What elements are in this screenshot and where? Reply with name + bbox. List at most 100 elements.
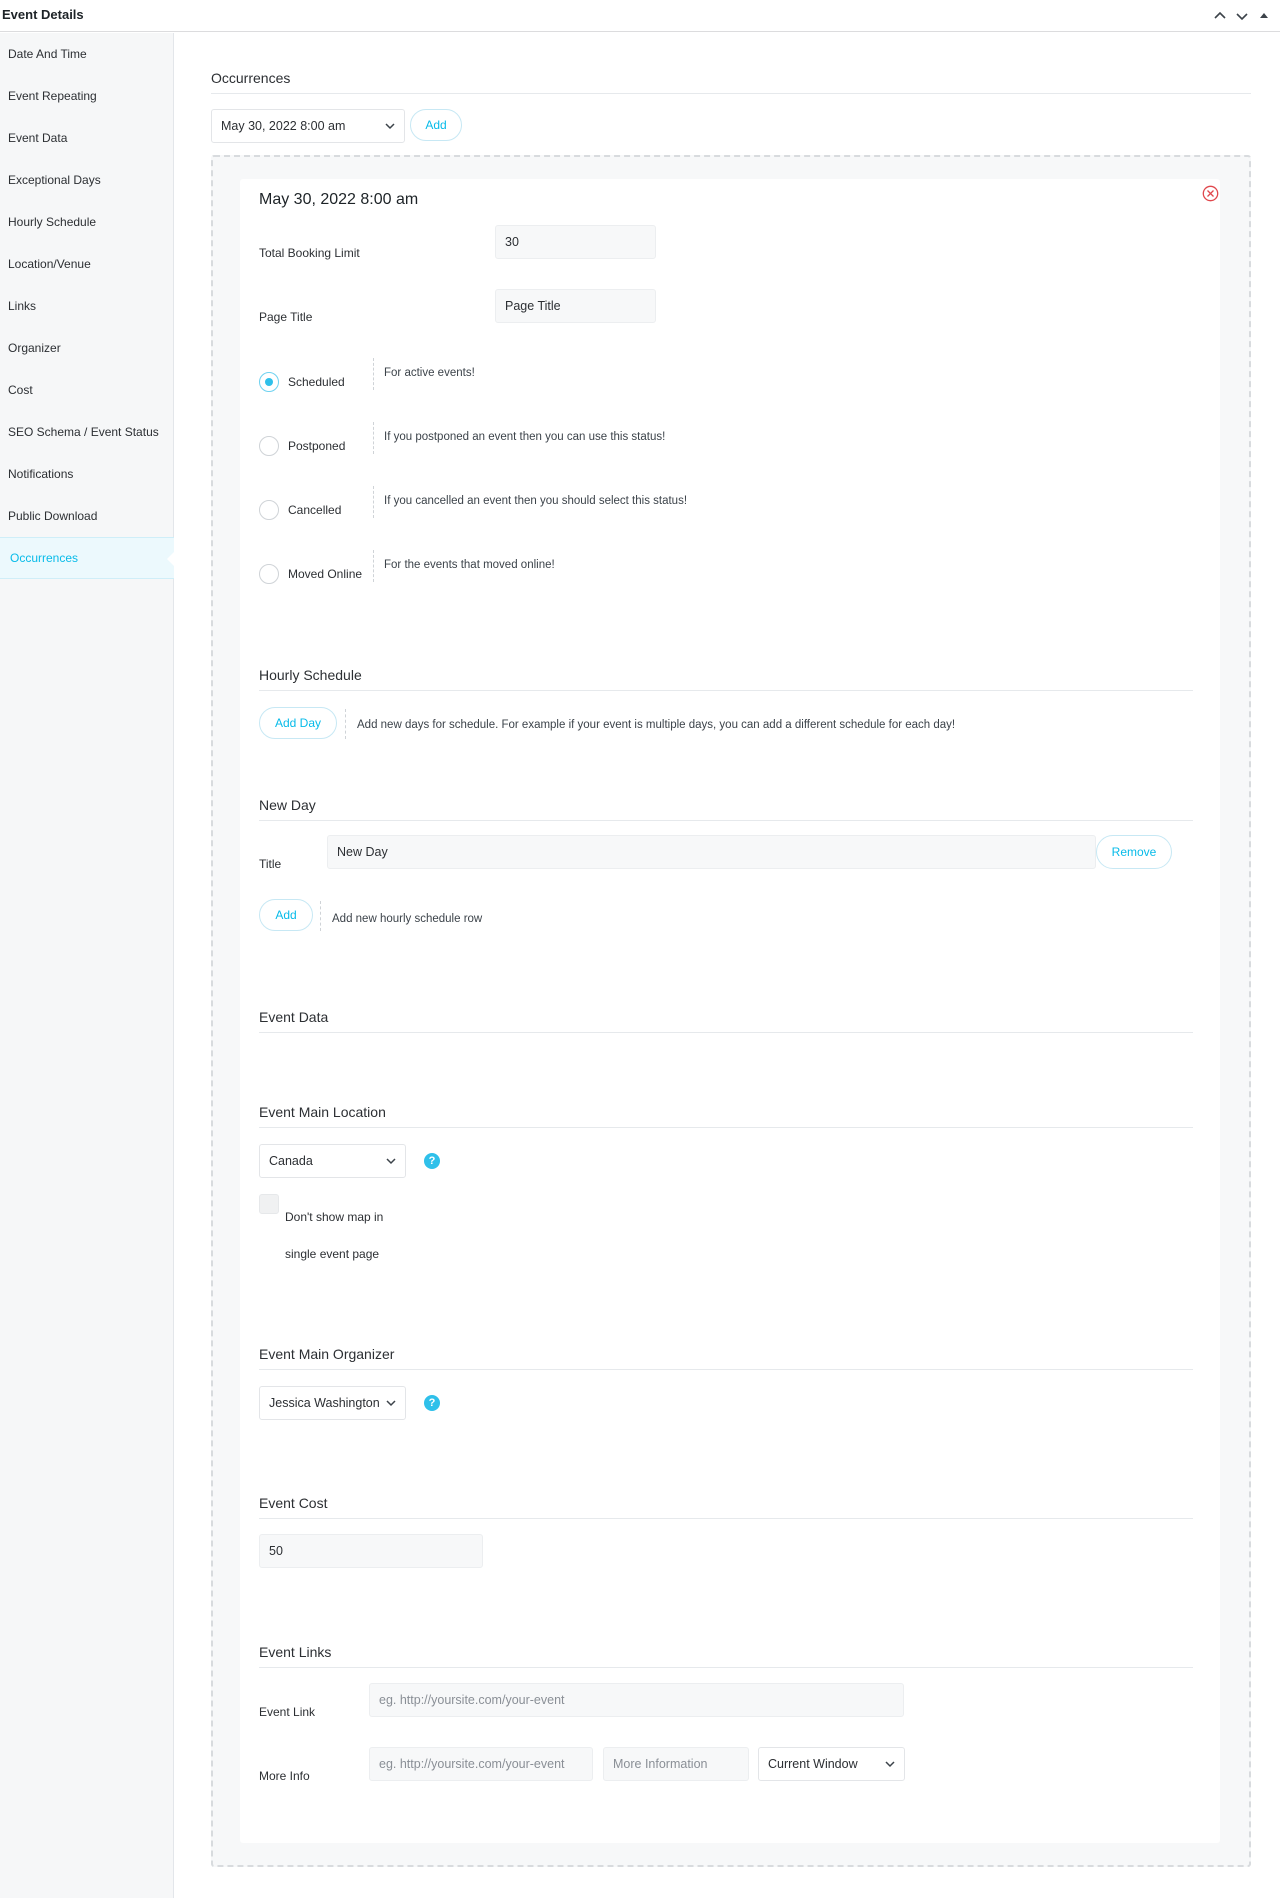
- event-link-input[interactable]: eg. http://yoursite.com/your-event: [369, 1683, 904, 1717]
- separator: [373, 358, 374, 390]
- sidebar-item-public-download[interactable]: Public Download: [0, 495, 174, 537]
- sidebar-item-label: Event Data: [8, 131, 68, 145]
- status-scheduled-radio[interactable]: [259, 372, 279, 392]
- location-value: Canada: [269, 1154, 313, 1168]
- status-cancelled-label: Cancelled: [288, 503, 342, 517]
- sidebar-item-seo-schema[interactable]: SEO Schema / Event Status: [0, 411, 174, 453]
- divider: [259, 1369, 1193, 1370]
- status-postponed-label: Postponed: [288, 439, 346, 453]
- sidebar-item-label: Hourly Schedule: [8, 215, 97, 229]
- hide-map-label-line2: single event page: [285, 1247, 380, 1261]
- booking-limit-input[interactable]: 30: [495, 225, 656, 259]
- panel-header: Event Details: [0, 0, 1280, 32]
- collapse-toggle-icon[interactable]: [1254, 6, 1274, 26]
- sidebar-item-label: Organizer: [8, 341, 61, 355]
- add-day-desc: Add new days for schedule. For example i…: [357, 719, 956, 731]
- page-title-label: Page Title: [259, 310, 313, 324]
- event-cost-title: Event Cost: [259, 1495, 328, 1511]
- sidebar-item-label: Cost: [8, 383, 33, 397]
- separator: [345, 709, 346, 739]
- status-cancelled-radio[interactable]: [259, 500, 279, 520]
- occurrence-date-select[interactable]: May 30, 2022 8:00 am: [211, 109, 405, 143]
- panel-title: Event Details: [2, 7, 84, 22]
- separator: [320, 901, 321, 931]
- sidebar-item-organizer[interactable]: Organizer: [0, 327, 174, 369]
- event-location-title: Event Main Location: [259, 1104, 386, 1120]
- remove-day-button[interactable]: Remove: [1096, 835, 1172, 869]
- event-links-title: Event Links: [259, 1644, 332, 1660]
- organizer-value: Jessica Washington: [269, 1396, 380, 1410]
- status-scheduled-label: Scheduled: [288, 375, 345, 389]
- chevron-down-icon: [385, 123, 395, 130]
- day-title-label: Title: [259, 857, 282, 871]
- sidebar-item-cost[interactable]: Cost: [0, 369, 174, 411]
- sidebar-item-label: Event Repeating: [8, 89, 97, 103]
- location-select[interactable]: Canada: [259, 1144, 406, 1178]
- occurrence-date-value: May 30, 2022 8:00 am: [221, 119, 346, 133]
- status-postponed-desc: If you postponed an event then you can u…: [384, 431, 666, 443]
- sidebar-item-event-repeating[interactable]: Event Repeating: [0, 75, 174, 117]
- close-icon[interactable]: [1202, 185, 1219, 202]
- more-info-target-select[interactable]: Current Window: [758, 1747, 905, 1781]
- help-icon[interactable]: ?: [424, 1395, 440, 1411]
- more-info-text-input[interactable]: More Information: [603, 1747, 749, 1781]
- divider: [259, 1518, 1193, 1519]
- status-moved-online-desc: For the events that moved online!: [384, 559, 555, 571]
- status-postponed-radio[interactable]: [259, 436, 279, 456]
- sidebar-item-label: Occurrences: [10, 551, 79, 565]
- sidebar-item-exceptional-days[interactable]: Exceptional Days: [0, 159, 174, 201]
- sidebar-item-notifications[interactable]: Notifications: [0, 453, 174, 495]
- status-cancelled-desc: If you cancelled an event then you shoul…: [384, 495, 688, 507]
- chevron-up-icon[interactable]: [1210, 6, 1230, 26]
- add-day-button[interactable]: Add Day: [259, 707, 337, 739]
- divider: [259, 1032, 1193, 1033]
- add-schedule-row-button[interactable]: Add: [259, 899, 313, 931]
- occurrences-title: Occurrences: [211, 70, 291, 86]
- status-scheduled-desc: For active events!: [384, 367, 475, 379]
- day-title-input[interactable]: New Day: [327, 835, 1096, 869]
- divider: [259, 1667, 1193, 1668]
- hide-map-checkbox[interactable]: [259, 1194, 279, 1214]
- sidebar-item-label: Public Download: [8, 509, 98, 523]
- sidebar-item-event-data[interactable]: Event Data: [0, 117, 174, 159]
- event-organizer-title: Event Main Organizer: [259, 1346, 395, 1362]
- sidebar-item-links[interactable]: Links: [0, 285, 174, 327]
- hide-map-label-line1: Don't show map in: [285, 1210, 384, 1224]
- sidebar-item-label: Links: [8, 299, 37, 313]
- organizer-select[interactable]: Jessica Washington: [259, 1386, 406, 1420]
- divider: [259, 820, 1193, 821]
- chevron-down-icon: [386, 1158, 396, 1165]
- more-info-target-value: Current Window: [768, 1757, 858, 1771]
- add-occurrence-button[interactable]: Add: [410, 109, 462, 141]
- chevron-down-icon: [386, 1400, 396, 1407]
- sidebar: Date And Time Event Repeating Event Data…: [0, 33, 175, 1898]
- page-title-input[interactable]: Page Title: [495, 289, 656, 323]
- add-row-desc: Add new hourly schedule row: [332, 913, 483, 925]
- sidebar-item-label: Location/Venue: [8, 257, 91, 271]
- chevron-down-icon: [885, 1761, 895, 1768]
- separator: [373, 486, 374, 518]
- sidebar-item-location-venue[interactable]: Location/Venue: [0, 243, 174, 285]
- event-data-title: Event Data: [259, 1009, 329, 1025]
- sidebar-item-label: Date And Time: [8, 47, 87, 61]
- booking-limit-label: Total Booking Limit: [259, 246, 360, 260]
- new-day-title: New Day: [259, 797, 316, 813]
- divider: [211, 93, 1251, 94]
- event-link-label: Event Link: [259, 1705, 316, 1719]
- occurrence-card: [240, 179, 1220, 1843]
- status-moved-online-radio[interactable]: [259, 564, 279, 584]
- sidebar-item-date-and-time[interactable]: Date And Time: [0, 33, 174, 75]
- sidebar-item-label: SEO Schema / Event Status: [8, 425, 159, 439]
- sidebar-item-label: Notifications: [8, 467, 74, 481]
- cost-input[interactable]: 50: [259, 1534, 483, 1568]
- status-moved-online-label: Moved Online: [288, 567, 363, 581]
- sidebar-item-hourly-schedule[interactable]: Hourly Schedule: [0, 201, 174, 243]
- help-icon[interactable]: ?: [424, 1153, 440, 1169]
- more-info-label: More Info: [259, 1769, 310, 1783]
- more-info-url-input[interactable]: eg. http://yoursite.com/your-event: [369, 1747, 593, 1781]
- sidebar-item-occurrences[interactable]: Occurrences: [0, 537, 175, 579]
- separator: [373, 422, 374, 454]
- separator: [373, 550, 374, 582]
- hourly-schedule-title: Hourly Schedule: [259, 667, 362, 683]
- chevron-down-icon[interactable]: [1232, 6, 1252, 26]
